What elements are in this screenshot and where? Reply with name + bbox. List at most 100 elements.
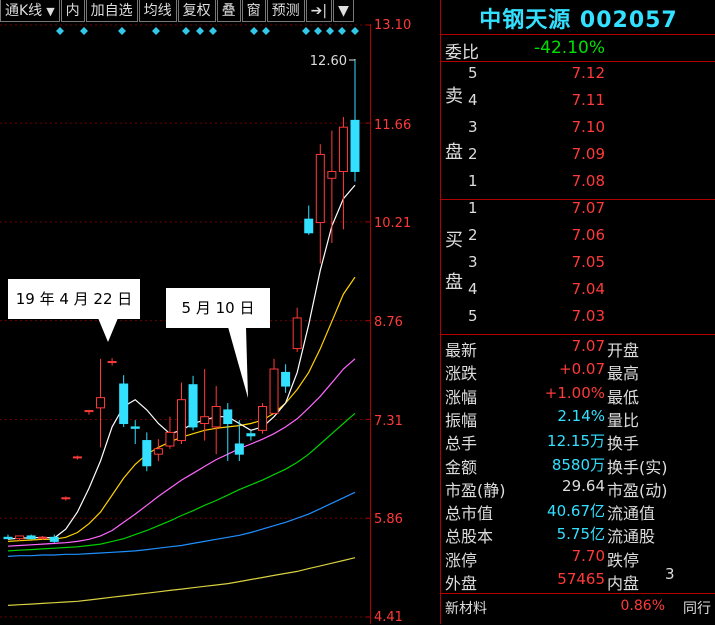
price-tick-label: 10.21: [374, 216, 412, 231]
candle-down: [3, 536, 13, 540]
level-number: 5: [468, 307, 478, 325]
event-marker-icon: [196, 27, 204, 35]
stat-row: 最新 7.07 开盘: [441, 337, 715, 360]
event-marker-icon: [250, 27, 258, 35]
ma-button[interactable]: 均线: [138, 0, 177, 22]
candle-up: [15, 535, 25, 540]
event-marker-icon: [314, 27, 322, 35]
buy-price: 7.07: [571, 199, 605, 217]
ma60-line: [7, 491, 356, 557]
stat-label: 总市值: [445, 504, 494, 524]
price-tick-label: 13.10: [374, 18, 412, 33]
event-marker-icon: [118, 27, 126, 35]
level-number: 2: [468, 145, 478, 163]
candle-down: [130, 426, 140, 429]
ma5-line: [7, 184, 356, 540]
stock-title: 中钢天源 002057: [479, 8, 678, 33]
weibi-value: -42.10%: [534, 38, 605, 58]
sector-row[interactable]: 新材料 0.86% 同行: [441, 598, 715, 620]
stat-value: +0.07: [559, 360, 605, 379]
sector-name: 新材料: [445, 601, 487, 617]
price-tick-label: 4.41: [374, 610, 403, 625]
stat-label: 市盈(静): [445, 480, 506, 500]
sector-pct: 0.86%: [620, 598, 665, 614]
overlay-button[interactable]: 叠: [216, 0, 241, 22]
kline-type-dropdown[interactable]: 通K线 ▼: [0, 0, 60, 22]
candle-up: [327, 170, 337, 179]
candle-up: [38, 536, 48, 539]
peer-label[interactable]: 同行: [683, 598, 711, 618]
stat-label: 振幅: [445, 410, 478, 430]
sell-price: 7.09: [571, 145, 605, 163]
add-watchlist-button[interactable]: 加自选: [85, 0, 138, 22]
stat-row: 市盈(静) 29.64 市盈(动): [441, 477, 715, 500]
sell-level-row[interactable]: 1 7.08: [441, 172, 715, 194]
window-button[interactable]: 窗: [241, 0, 266, 22]
weibi-row: 委比 -42.10%: [441, 38, 715, 63]
buy-level-row[interactable]: 1 7.07: [441, 199, 715, 221]
stat-label: 最新: [445, 341, 478, 360]
candle-up: [72, 456, 82, 459]
buy-level-row[interactable]: 3 7.05: [441, 253, 715, 275]
level-number: 3: [468, 118, 478, 136]
stat-row: 金额 8580万 换手(实): [441, 454, 715, 477]
stat-value: 8580万: [551, 455, 605, 474]
stat-label-secondary: 内盘: [607, 574, 640, 593]
candle-up: [257, 405, 267, 431]
buy-level-row[interactable]: 4 7.04: [441, 280, 715, 302]
chart-toolbar: 通K线 ▼ 内 加自选 均线 复权 叠 窗 预测 ➔| ▼: [0, 0, 372, 24]
sell-level-row[interactable]: 2 7.09: [441, 145, 715, 167]
buy-level-row[interactable]: 5 7.03: [441, 307, 715, 329]
candle-up: [269, 368, 279, 414]
stat-value: 5.75亿: [556, 525, 605, 544]
candle-up: [61, 497, 71, 500]
candle-up: [84, 410, 94, 413]
jump-end-icon[interactable]: ➔|: [305, 0, 333, 22]
adjust-button[interactable]: 复权: [177, 0, 216, 22]
sell-level-row[interactable]: 4 7.11: [441, 91, 715, 113]
candle-down: [281, 371, 291, 387]
stat-value: 2.14%: [557, 406, 605, 425]
stat-value: 7.70: [571, 546, 605, 565]
level-number: 3: [468, 253, 478, 271]
event-marker-icon: [338, 27, 346, 35]
forecast-button[interactable]: 预测: [266, 0, 305, 22]
kline-chart-area[interactable]: 12.60 通K线 ▼ 内 加自选 均线 复权 叠 窗 预测 ➔| ▼ 13.10…: [0, 0, 440, 625]
more-dropdown-icon[interactable]: ▼: [333, 0, 354, 22]
event-marker-icon: [209, 27, 217, 35]
event-marker-icon: [152, 27, 160, 35]
nei-button[interactable]: 内: [60, 0, 85, 22]
stat-value: 12.15万: [547, 432, 605, 451]
sell-level-row[interactable]: 5 7.12: [441, 64, 715, 86]
candle-up: [165, 431, 175, 447]
sell-price: 7.12: [571, 64, 605, 82]
buy-level-row[interactable]: 2 7.06: [441, 226, 715, 248]
stat-row: 总手 12.15万 换手: [441, 430, 715, 454]
stat-label-secondary: 换手: [607, 434, 640, 454]
callout-may10: 5 月 10 日: [166, 288, 270, 328]
stat-label: 涨幅: [445, 387, 478, 407]
stat-label: 涨跌: [445, 364, 478, 384]
stat-value: 57465: [557, 570, 605, 588]
chevron-down-icon: ▼: [46, 5, 55, 18]
stat-label-secondary: 最高: [607, 364, 640, 384]
event-marker-icon: [80, 27, 88, 35]
high-price-label: 12.60: [310, 54, 347, 69]
candle-down: [246, 433, 256, 437]
candle-down: [304, 218, 314, 234]
candle-down: [49, 536, 59, 542]
sell-price: 7.11: [571, 91, 605, 109]
buy-price: 7.06: [571, 226, 605, 244]
level-number: 1: [468, 172, 478, 190]
sell-level-row[interactable]: 3 7.10: [441, 118, 715, 140]
candle-down: [26, 535, 36, 540]
divider: [441, 34, 715, 35]
stat-label-secondary: 流通值: [607, 504, 656, 524]
stat-label-secondary: 开盘: [607, 341, 640, 360]
level-number: 4: [468, 91, 478, 109]
candle-up: [338, 126, 348, 172]
buy-price: 7.05: [571, 253, 605, 271]
event-marker-icon: [56, 27, 64, 35]
event-marker-icon: [302, 27, 310, 35]
kline-type-label: 通K线: [5, 3, 43, 19]
